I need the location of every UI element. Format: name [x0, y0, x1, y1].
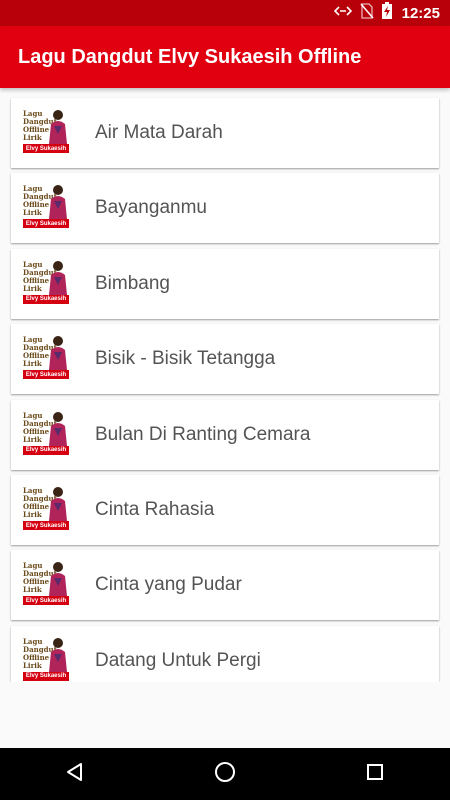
song-title: Datang Untuk Pergi [95, 649, 261, 671]
app-bar: Lagu Dangdut Elvy Sukaesih Offline [0, 26, 450, 88]
song-thumbnail: Lagu Dangdut Offline Lirik Elvy Sukaesih [11, 98, 79, 168]
home-button[interactable] [195, 748, 255, 800]
thumbnail-banner: Elvy Sukaesih [23, 445, 69, 455]
thumbnail-banner: Elvy Sukaesih [23, 219, 69, 229]
thumbnail-banner: Elvy Sukaesih [23, 521, 69, 530]
thumbnail-banner: Elvy Sukaesih [23, 596, 69, 606]
singer-photo [49, 336, 67, 371]
song-card[interactable]: Lagu Dangdut Offline Lirik Elvy Sukaesih Data… [11, 625, 439, 682]
thumbnail-banner: Elvy Sukaesih [23, 370, 69, 380]
song-title: Bimbang [95, 272, 170, 294]
status-icons [333, 2, 392, 24]
song-thumbnail: Lagu Dangdut Offline Lirik Elvy Sukaesih [11, 248, 79, 319]
singer-photo [49, 260, 67, 295]
app-title: Lagu Dangdut Elvy Sukaesih Offline [18, 45, 362, 68]
song-thumbnail: Lagu Dangdut Offline Lirik Elvy Sukaesih [11, 399, 79, 470]
thumbnail-banner: Elvy Sukaesih [23, 144, 69, 153]
song-title: Cinta yang Pudar [95, 574, 242, 596]
singer-photo [49, 110, 67, 144]
singer-photo [49, 562, 67, 597]
song-title: Air Mata Darah [95, 122, 223, 143]
singer-photo [49, 487, 67, 521]
song-card[interactable]: Lagu Dangdut Offline Lirik Elvy Sukaesih Cint… [11, 475, 439, 545]
song-list[interactable]: Lagu Dangdut Offline Lirik Elvy Sukaesih Air … [0, 92, 450, 682]
singer-photo [49, 185, 67, 220]
thumbnail-banner: Elvy Sukaesih [23, 671, 69, 681]
song-title: Bisik - Bisik Tetangga [95, 348, 276, 370]
navigation-bar [0, 748, 450, 800]
song-thumbnail: Lagu Dangdut Offline Lirik Elvy Sukaesih [11, 625, 79, 682]
recents-button[interactable] [345, 748, 405, 800]
song-thumbnail: Lagu Dangdut Offline Lirik Elvy Sukaesih [11, 173, 79, 244]
data-sync-icon [333, 4, 352, 23]
song-card[interactable]: Lagu Dangdut Offline Lirik Elvy Sukaesih Baya… [11, 173, 439, 244]
song-card[interactable]: Lagu Dangdut Offline Lirik Elvy Sukaesih Bisi… [11, 324, 439, 395]
song-card[interactable]: Lagu Dangdut Offline Lirik Elvy Sukaesih Cint… [11, 550, 439, 621]
song-thumbnail: Lagu Dangdut Offline Lirik Elvy Sukaesih [11, 324, 79, 395]
home-icon [214, 761, 236, 788]
song-title: Cinta Rahasia [95, 499, 215, 520]
status-bar: 12:25 [0, 0, 450, 26]
clock: 12:25 [401, 4, 440, 22]
song-title: Bulan Di Ranting Cemara [95, 423, 311, 445]
singer-photo [49, 411, 67, 446]
thumbnail-banner: Elvy Sukaesih [23, 294, 69, 304]
recents-icon [366, 763, 384, 786]
song-title: Bayanganmu [95, 197, 207, 219]
no-sim-icon [360, 2, 374, 24]
song-thumbnail: Lagu Dangdut Offline Lirik Elvy Sukaesih [11, 475, 79, 545]
battery-charging-icon [381, 2, 392, 24]
song-card[interactable]: Lagu Dangdut Offline Lirik Elvy Sukaesih Bula… [11, 399, 439, 470]
back-icon [65, 762, 85, 787]
back-button[interactable] [45, 748, 105, 800]
song-card[interactable]: Lagu Dangdut Offline Lirik Elvy Sukaesih Bimb… [11, 248, 439, 319]
song-thumbnail: Lagu Dangdut Offline Lirik Elvy Sukaesih [11, 550, 79, 621]
singer-photo [49, 637, 67, 672]
song-card[interactable]: Lagu Dangdut Offline Lirik Elvy Sukaesih Air … [11, 98, 439, 168]
